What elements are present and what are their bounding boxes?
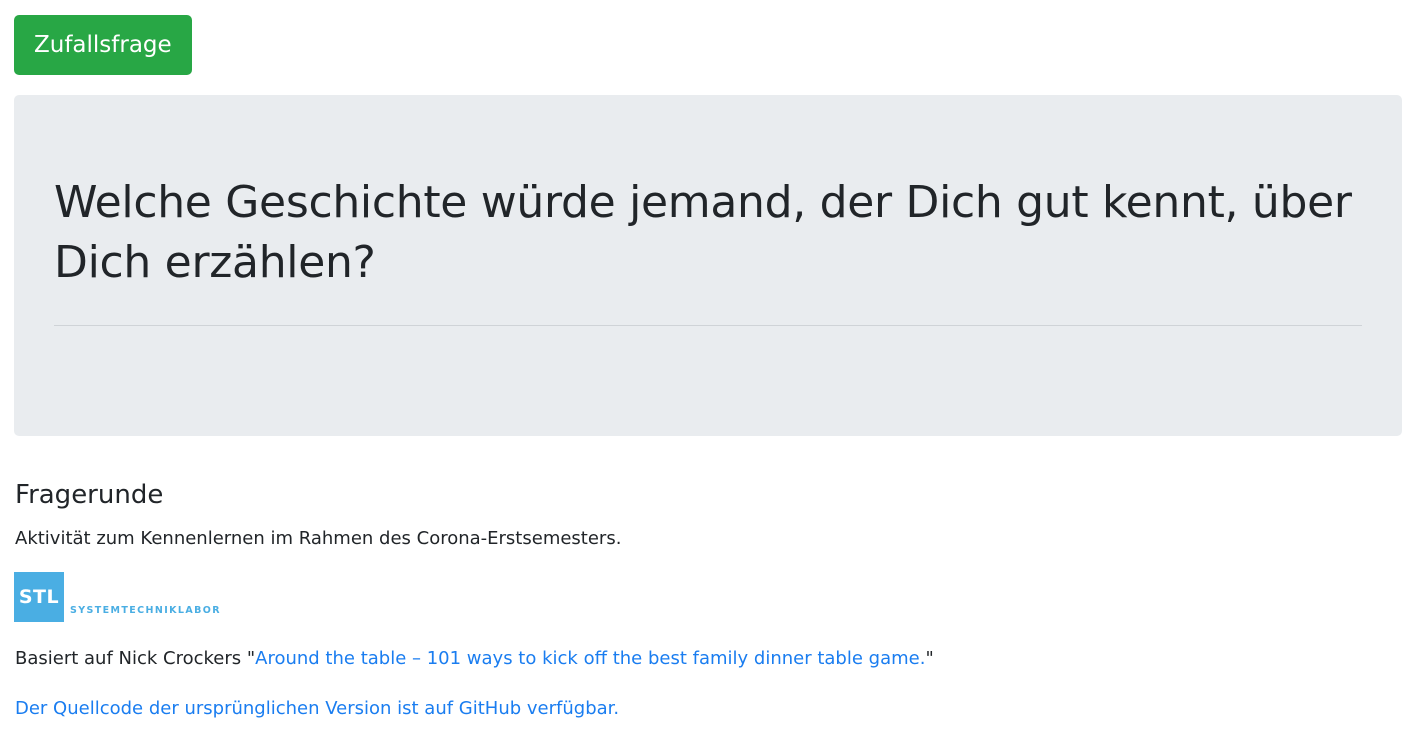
divider xyxy=(54,325,1362,326)
description-text: Aktivität zum Kennenlernen im Rahmen des… xyxy=(15,528,622,549)
question-text: Welche Geschichte würde jemand, der Dich… xyxy=(54,177,1352,288)
credit-prefix: Basiert auf Nick Crockers " xyxy=(15,648,256,669)
credit-link[interactable]: Around the table – 101 ways to kick off … xyxy=(255,648,925,669)
question-card: Welche Geschichte würde jemand, der Dich… xyxy=(14,95,1402,436)
stl-logo: STL SYSTEMTECHNIKLABOR xyxy=(14,572,221,622)
github-source-link[interactable]: Der Quellcode der ursprünglichen Version… xyxy=(15,696,619,722)
logo-mark: STL xyxy=(14,572,64,622)
section-title: Fragerunde xyxy=(15,480,164,510)
logo-wordmark: SYSTEMTECHNIKLABOR xyxy=(70,605,221,616)
random-question-button[interactable]: Zufallsfrage xyxy=(14,15,192,75)
page: Zufallsfrage Welche Geschichte würde jem… xyxy=(0,0,1421,748)
credit-text: Basiert auf Nick Crockers "Around the ta… xyxy=(15,646,934,672)
credit-suffix: " xyxy=(925,648,934,669)
